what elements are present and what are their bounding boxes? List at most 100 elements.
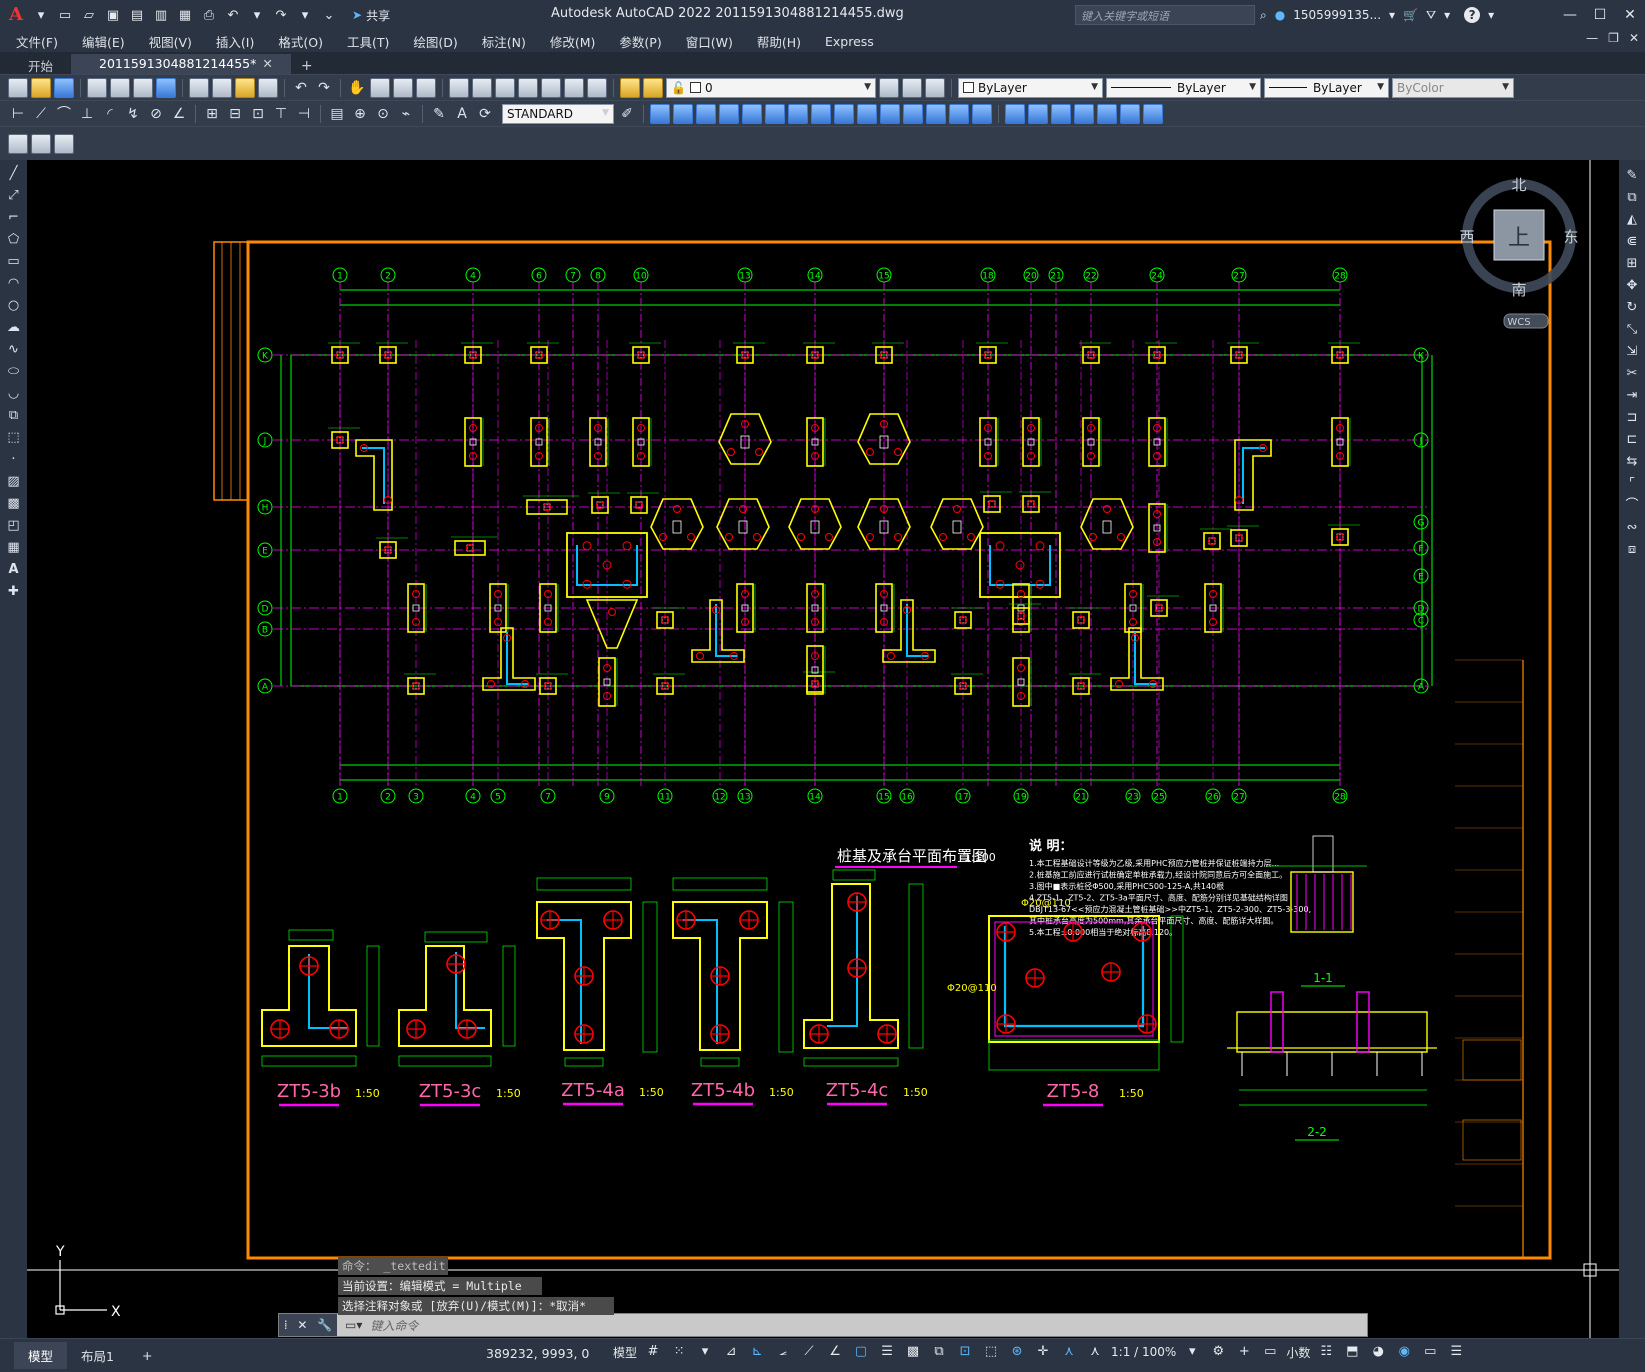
break-r-icon[interactable]: ⊏ [1622,430,1642,450]
fillet-icon[interactable] [949,103,969,124]
rotate-icon[interactable] [765,103,785,124]
make-block-icon[interactable]: ⬚ [4,428,24,448]
command-input-bar[interactable]: ⁞ ✕ 🔧 ▭▾ 键入命令 [278,1313,1368,1337]
quick-dim-icon[interactable]: ⊞ [202,104,222,124]
dim-break-icon[interactable]: ⊣ [294,104,314,124]
draworder-below-icon[interactable] [1074,103,1094,124]
tool-palettes-icon[interactable] [495,77,515,98]
customize-icon[interactable]: ☰ [1446,1342,1466,1362]
explode-icon[interactable] [972,103,992,124]
command-customize-icon[interactable]: 🔧 [317,1318,332,1332]
menu-item-10[interactable]: 窗口(W) [686,32,733,51]
layer-manager-icon[interactable] [54,133,74,154]
zoom-window-icon[interactable] [393,77,413,98]
hardware-accel-icon[interactable]: ◉ [1394,1342,1414,1362]
menu-item-1[interactable]: 编辑(E) [82,32,125,51]
preview-icon[interactable] [110,77,130,98]
redo-tb-icon[interactable]: ↷ [314,78,334,98]
bring-text-front-icon[interactable] [1097,103,1117,124]
jogged-linear-icon[interactable]: ⌁ [396,104,416,124]
spline-icon[interactable]: ∿ [4,340,24,360]
infer-icon[interactable]: ⊿ [721,1342,741,1362]
dim-radius-icon[interactable]: ◜ [100,104,120,124]
snap-icon[interactable]: ⁙ [669,1342,689,1362]
hatch-icon[interactable]: ▨ [4,472,24,492]
menu-item-5[interactable]: 工具(T) [347,32,389,51]
search-input[interactable]: 键入关键字或短语 [1075,5,1255,25]
coordinate-readout[interactable]: 389232, 9993, 0 [486,1346,589,1361]
maximize-icon[interactable]: ☐ [1585,0,1615,30]
osnap-icon[interactable]: ▢ [851,1342,871,1362]
menu-item-2[interactable]: 视图(V) [149,32,192,51]
draworder-back-icon[interactable] [1028,103,1048,124]
layer-freeze-icon[interactable] [643,77,663,98]
help-chevron-icon[interactable]: ▾ [1488,8,1494,22]
move-icon[interactable] [742,103,762,124]
open-file-icon[interactable]: ▱ [80,6,98,24]
stretch-r-icon[interactable]: ⇲ [1622,342,1642,362]
move-r-icon[interactable]: ✥ [1622,276,1642,296]
workspace-icon[interactable] [31,133,51,154]
dim-jogged-icon[interactable]: ↯ [123,104,143,124]
isodraft-icon[interactable]: ⟋ [799,1342,819,1362]
dim-space-icon[interactable]: ⊤ [271,104,291,124]
undo-chevron-icon[interactable]: ▾ [248,6,266,24]
arc-icon[interactable]: ◠ [4,274,24,294]
insert-block-icon[interactable]: ⧉ [4,406,24,426]
lock-ui-icon[interactable]: ⬒ [1342,1342,1362,1362]
scale-r-icon[interactable]: ⤡ [1622,320,1642,340]
scale-icon[interactable] [788,103,808,124]
hatch-back-icon[interactable] [1143,103,1163,124]
lineweight-icon[interactable]: ☰ [877,1342,897,1362]
dim-text-edit-icon[interactable]: A [452,104,472,124]
publish-icon[interactable] [133,77,153,98]
auto-scale-icon[interactable]: ⋏ [1085,1342,1105,1362]
add-selected-icon[interactable]: ✚ [4,582,24,602]
offset-r-icon[interactable]: ⋐ [1622,232,1642,252]
user-chevron-icon[interactable]: ▾ [1389,8,1395,22]
lineweight-dropdown[interactable]: ByLayer ▼ [1264,77,1389,98]
multiline-text-icon[interactable]: A [4,560,24,580]
menu-item-11[interactable]: 帮助(H) [757,32,801,51]
offset-icon[interactable] [696,103,716,124]
grid-icon[interactable]: # [643,1342,663,1362]
calculator-icon[interactable] [564,77,584,98]
viewcube-east[interactable]: 东 [1563,228,1578,246]
copy-r-icon[interactable]: ⧉ [1622,188,1642,208]
stretch-icon[interactable] [811,103,831,124]
rotate-r-icon[interactable]: ↻ [1622,298,1642,318]
command-close-icon[interactable]: ✕ [297,1318,307,1332]
transparency-icon[interactable]: ▩ [903,1342,923,1362]
viewcube-north[interactable]: 北 [1511,176,1526,194]
fillet-r-icon[interactable]: ⌒ [1622,496,1642,516]
dynamic-ucs-icon[interactable]: ⬚ [981,1342,1001,1362]
layer-previous-icon[interactable] [902,77,922,98]
app-menu-chevron-icon[interactable]: ▾ [32,6,50,24]
clean-screen-icon[interactable]: ▭ [1420,1342,1440,1362]
layer-on-icon[interactable] [620,77,640,98]
revision-cloud-icon[interactable]: ☁ [4,318,24,338]
break-point-icon[interactable]: ⊐ [1622,408,1642,428]
isolate-icon[interactable]: ◕ [1368,1342,1388,1362]
gradient-icon[interactable]: ▩ [4,494,24,514]
join-r-icon[interactable]: ⇆ [1622,452,1642,472]
circle-icon[interactable]: ○ [4,296,24,316]
copy-icon[interactable] [212,77,232,98]
chamfer-icon[interactable] [926,103,946,124]
dim-ordinate-icon[interactable]: ⊥ [77,104,97,124]
zoom-realtime-icon[interactable] [370,77,390,98]
draworder-front-icon[interactable] [1005,103,1025,124]
tab-drawing[interactable]: 2011591304881214455* ✕ [71,54,291,74]
snap-chevron-icon[interactable]: ▾ [695,1342,715,1362]
extend-r-icon[interactable]: ⇥ [1622,386,1642,406]
dim-update-icon[interactable]: ⟳ [475,104,495,124]
layout-tab-1[interactable]: 布局1 [67,1342,128,1369]
gizmo-icon[interactable]: ✛ [1033,1342,1053,1362]
customize-qa-icon[interactable]: ⌄ [320,6,338,24]
scale-chevron-icon[interactable]: ▾ [1182,1342,1202,1362]
explode-r-icon[interactable]: ⧈ [1622,540,1642,560]
design-center-icon[interactable] [472,77,492,98]
dim-angular-icon[interactable]: ∠ [169,104,189,124]
rectangle-icon[interactable]: ▭ [4,252,24,272]
tab-close-icon[interactable]: ✕ [262,56,272,71]
